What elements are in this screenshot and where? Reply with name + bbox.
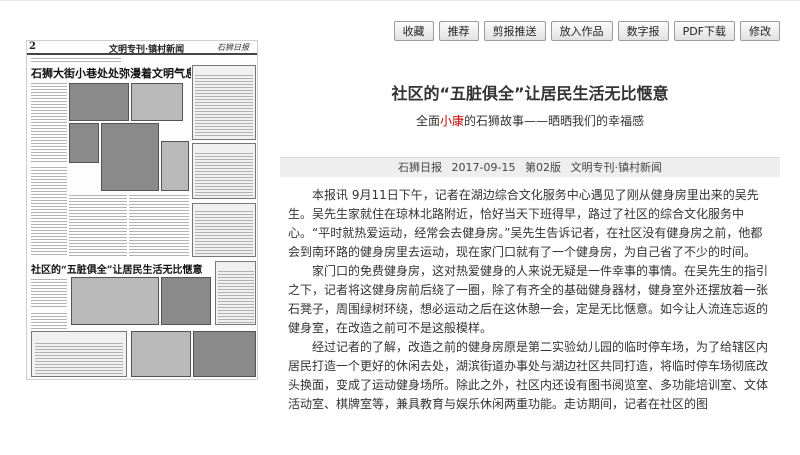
recommend-button[interactable]: 推荐 <box>438 21 479 41</box>
paper-text-block <box>195 153 253 197</box>
paper-photo <box>71 277 159 325</box>
article-paragraph: 经过记者的了解，改造之前的健身房原是第二实验幼儿园的临时停车场，为了给辖区内居民… <box>288 340 769 411</box>
paper-headline-mid[interactable]: 社区的“五脏俱全”让居民生活无比惬意 <box>31 261 211 274</box>
meta-source: 石狮日报 <box>398 161 443 174</box>
favorite-button[interactable]: 收藏 <box>393 21 434 41</box>
paper-photo <box>193 331 256 377</box>
article-title: 社区的“五脏俱全”让居民生活无比惬意 <box>391 84 669 103</box>
subtitle-highlight: 小康 <box>439 114 464 128</box>
paper-kicker <box>31 58 121 63</box>
paper-headline-top[interactable]: 石狮大街小巷处处弥漫着文明气息 <box>31 65 191 79</box>
article-toolbar: 收藏 推荐 剪报推送 放入作品 数字报 PDF下载 修改 <box>393 21 780 41</box>
paper-text-block <box>218 271 254 323</box>
paper-photo <box>69 123 99 163</box>
paper-logo: 石狮日报 <box>217 43 249 52</box>
newspaper-page-thumbnail[interactable]: 2 文明专刊·镇村新闻 石狮日报 石狮大街小巷处处弥漫着文明气息 社区的“五脏俱… <box>26 40 258 380</box>
article-header: 社区的“五脏俱全”让居民生活无比惬意 全面小康的石狮故事——晒晒我们的幸福感 <box>280 80 780 129</box>
paper-page-number: 2 <box>29 41 36 52</box>
clip-push-button[interactable]: 剪报推送 <box>483 21 546 41</box>
paper-text-block <box>31 167 67 257</box>
edit-button[interactable]: 修改 <box>740 21 780 41</box>
paper-text-block <box>31 83 67 163</box>
article-subtitle: 全面小康的石狮故事——晒晒我们的幸福感 <box>280 112 780 129</box>
pdf-download-button[interactable]: PDF下载 <box>673 21 735 41</box>
top-divider <box>0 0 800 4</box>
paper-photo <box>161 141 189 191</box>
paper-photo <box>69 83 129 121</box>
meta-section: 文明专刊·镇村新闻 <box>570 161 662 174</box>
paper-text-block <box>129 195 189 257</box>
subtitle-prefix: 全面 <box>415 114 440 128</box>
article-paragraph: 本报讯 9月11日下午，记者在湖边综合文化服务中心遇见了刚从健身房里出来的吴先生… <box>288 188 763 259</box>
meta-date: 2017-09-15 <box>451 161 516 174</box>
paper-photo <box>161 277 211 325</box>
paper-header: 2 文明专刊·镇村新闻 石狮日报 <box>27 41 257 55</box>
paper-text-block <box>31 279 67 309</box>
paper-text-block <box>35 343 123 375</box>
paper-photo <box>131 331 191 377</box>
paper-text-block <box>195 75 253 137</box>
paper-section-name: 文明专刊·镇村新闻 <box>109 45 185 55</box>
article-body: 本报讯 9月11日下午，记者在湖边综合文化服务中心遇见了刚从健身房里出来的吴先生… <box>288 186 774 414</box>
paper-text-block <box>69 195 127 257</box>
meta-page: 第02版 <box>524 161 561 174</box>
paper-photo <box>101 123 159 191</box>
paper-photo <box>131 83 183 121</box>
paper-text-block <box>195 211 253 255</box>
article-paragraph: 家门口的免费健身房，这对热爱健身的人来说无疑是一件幸事的事情。在吴先生的指引之下… <box>288 264 769 335</box>
digital-paper-button[interactable]: 数字报 <box>617 21 669 41</box>
subtitle-suffix: 的石狮故事——晒晒我们的幸福感 <box>464 114 645 128</box>
add-to-works-button[interactable]: 放入作品 <box>550 21 613 41</box>
article-meta-bar: 石狮日报 2017-09-15 第02版 文明专刊·镇村新闻 <box>280 157 780 177</box>
